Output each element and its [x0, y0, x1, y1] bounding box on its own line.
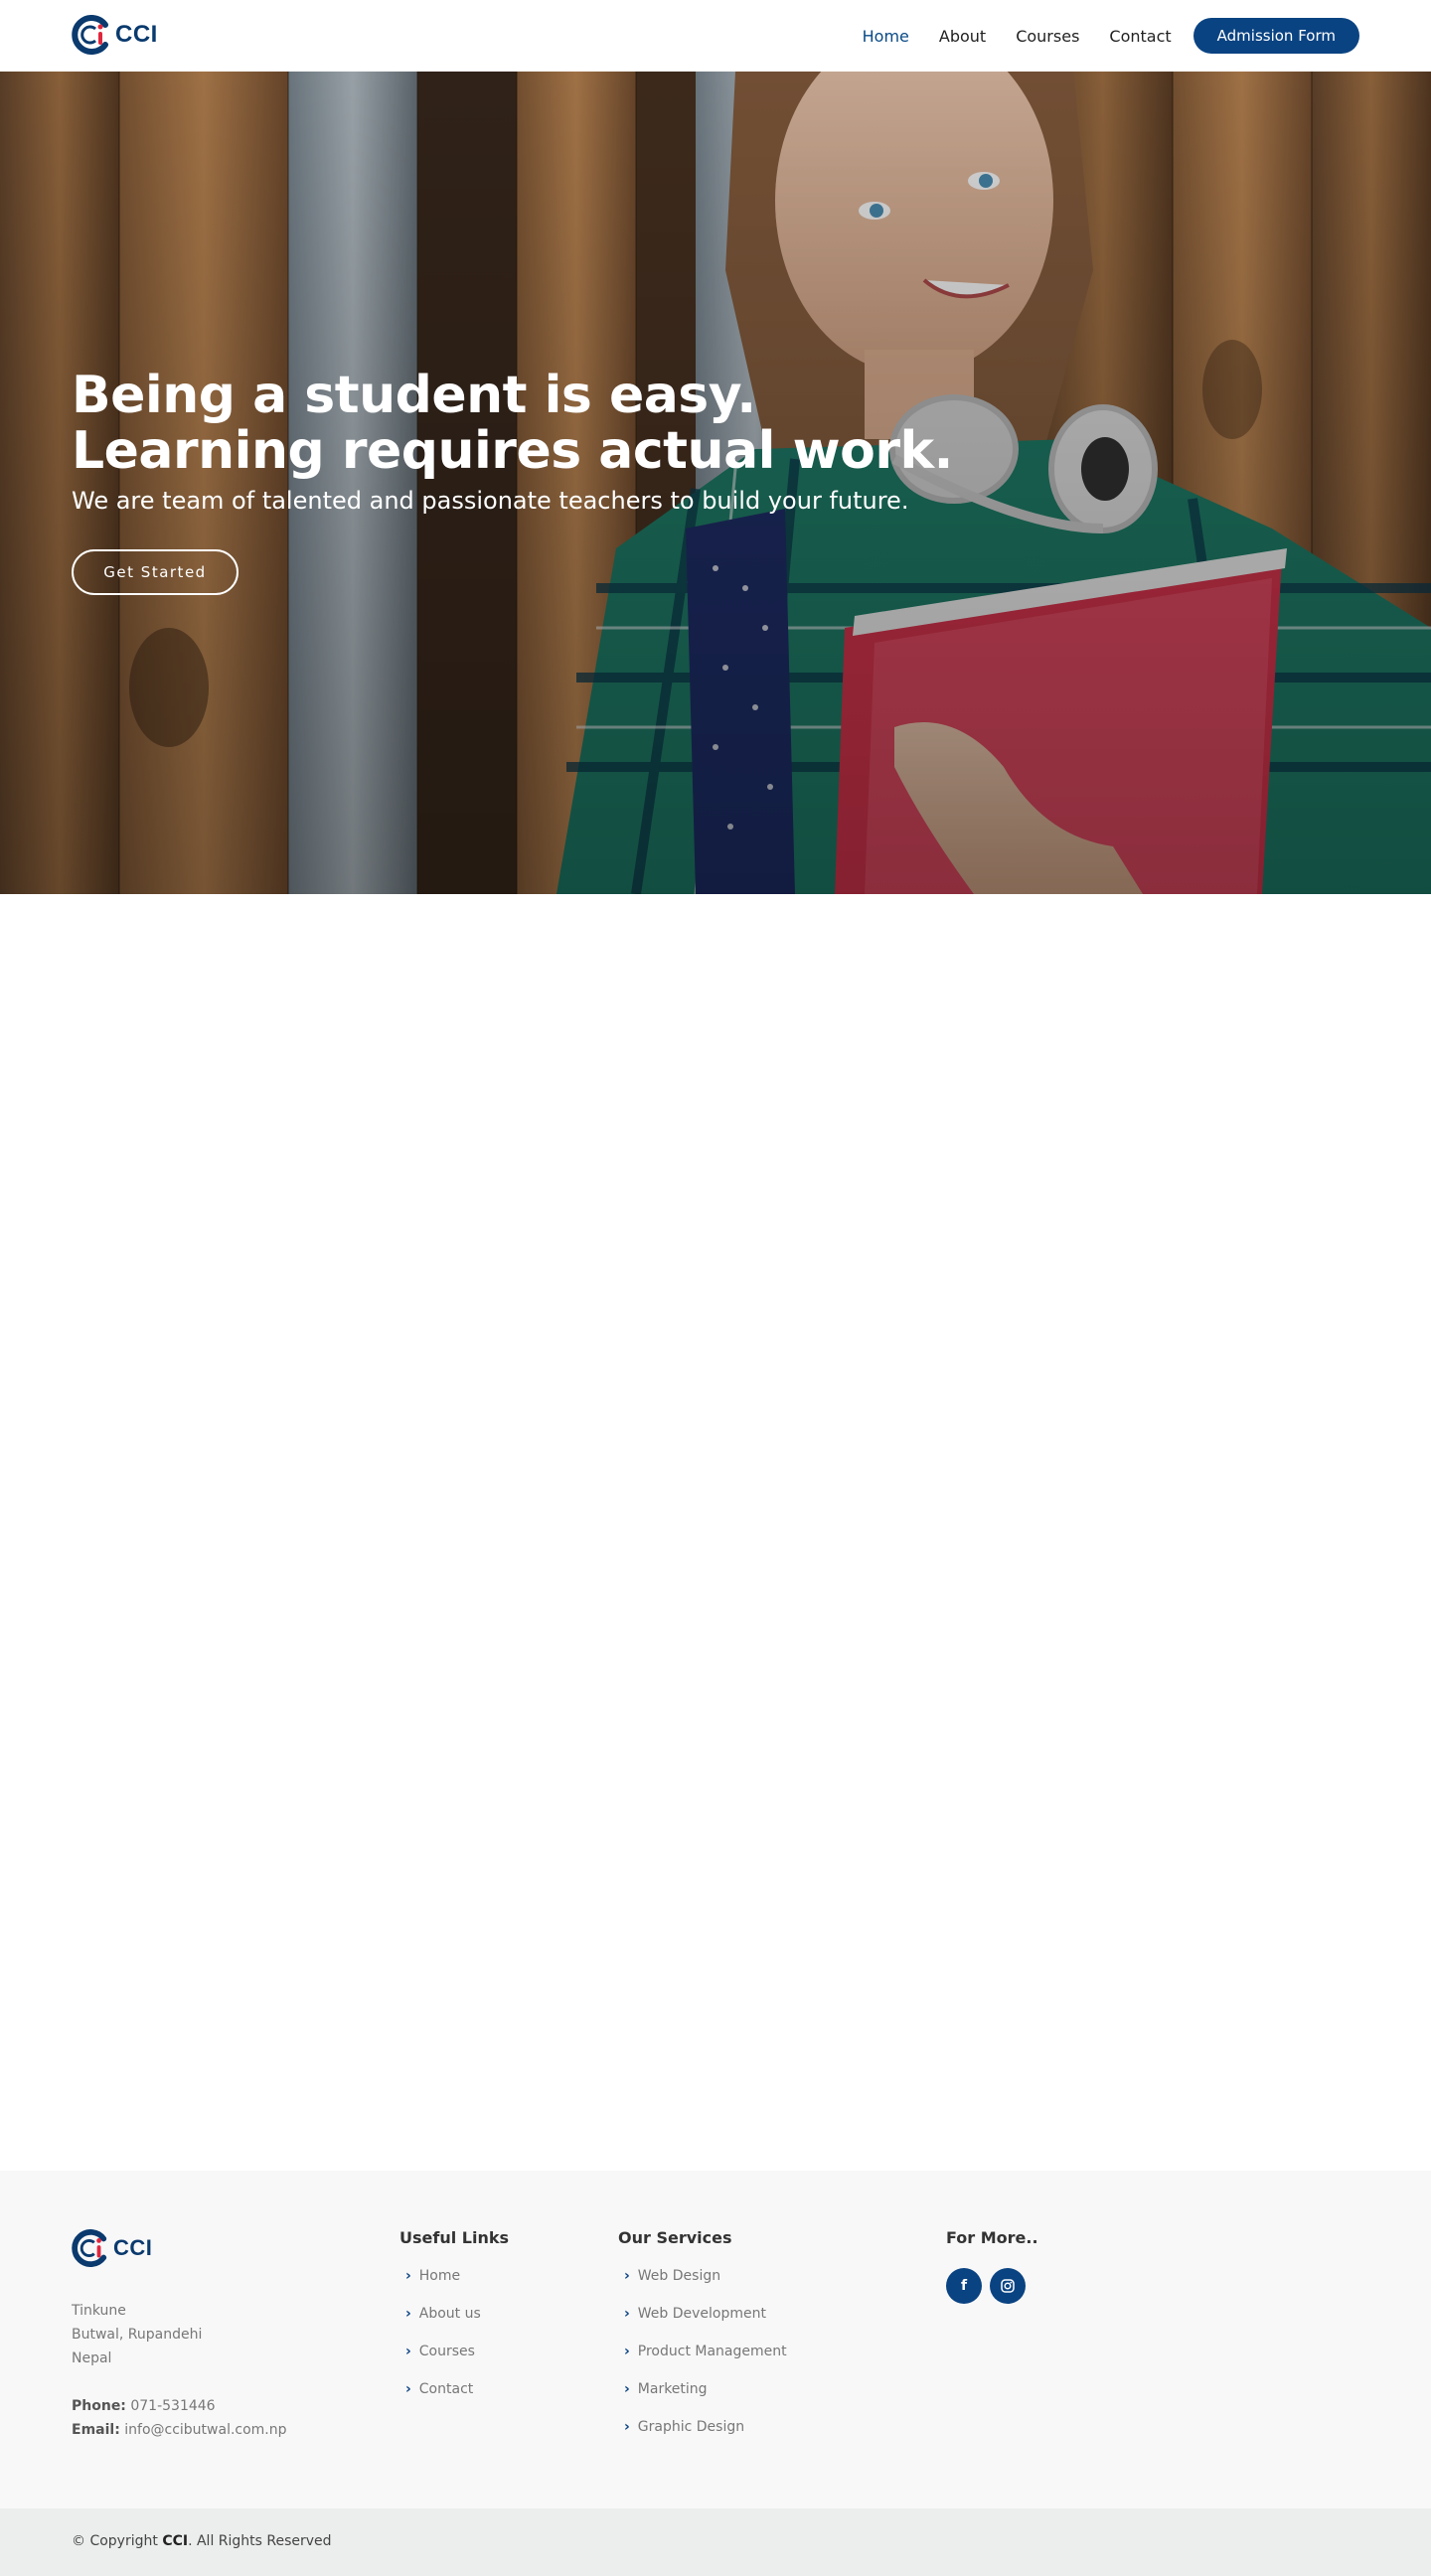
service-graphic-design[interactable]: › Graphic Design — [618, 2419, 787, 2457]
useful-links-title: Useful Links — [399, 2228, 510, 2247]
hero-overlay — [0, 72, 1431, 894]
our-services-title: Our Services — [618, 2228, 732, 2247]
main-nav: Home About Courses Contact Admission For… — [833, 18, 1359, 54]
chevron-right-icon: › — [405, 2306, 411, 2322]
facebook-icon[interactable]: f — [946, 2268, 982, 2304]
service-label: Web Development — [637, 2306, 767, 2322]
chevron-right-icon: › — [624, 2419, 630, 2435]
address-line: Butwal, Rupandehi — [72, 2327, 203, 2343]
hero-title: Being a student is easy. Learning requir… — [72, 368, 953, 479]
footer-address: Tinkune Butwal, Rupandehi Nepal — [72, 2299, 202, 2370]
phone-label: Phone: — [72, 2398, 126, 2414]
footer-link-home[interactable]: › Home — [399, 2268, 481, 2306]
address-line: Tinkune — [72, 2303, 126, 2319]
chevron-right-icon: › — [624, 2344, 630, 2359]
nav-about[interactable]: About — [939, 27, 986, 46]
chevron-right-icon: › — [405, 2381, 411, 2397]
chevron-right-icon: › — [624, 2268, 630, 2284]
service-label: Graphic Design — [637, 2419, 745, 2435]
copyright-text: © Copyright CCI. All Rights Reserved — [72, 2533, 332, 2549]
services-list: › Web Design › Web Development › Product Ma… — [618, 2268, 787, 2457]
cci-logo-icon — [72, 15, 108, 55]
nav-courses[interactable]: Courses — [1016, 27, 1079, 46]
get-started-button[interactable]: Get Started — [72, 549, 238, 595]
chevron-right-icon: › — [624, 2381, 630, 2397]
instagram-glyph-icon — [1001, 2279, 1015, 2293]
chevron-right-icon: › — [624, 2306, 630, 2322]
link-label: Home — [418, 2268, 461, 2284]
service-marketing[interactable]: › Marketing — [618, 2381, 787, 2419]
email-label: Email: — [72, 2422, 120, 2438]
useful-links-list: › Home › About us › Courses › Contact — [399, 2268, 481, 2419]
service-label: Web Design — [637, 2268, 721, 2284]
chevron-right-icon: › — [405, 2344, 411, 2359]
service-label: Marketing — [637, 2381, 708, 2397]
footer-contact: Phone: 071-531446 Email: info@ccibutwal.… — [72, 2394, 287, 2442]
hero-title-line-1: Being a student is easy. — [72, 366, 756, 425]
footer-link-about[interactable]: › About us — [399, 2306, 481, 2344]
social-links: f — [946, 2268, 1034, 2304]
service-web-design[interactable]: › Web Design — [618, 2268, 787, 2306]
link-label: About us — [418, 2306, 481, 2322]
link-label: Contact — [418, 2381, 474, 2397]
nav-home[interactable]: Home — [863, 27, 909, 46]
hero-subtitle: We are team of talented and passionate t… — [72, 487, 909, 515]
phone-number: 071-531446 — [130, 2398, 216, 2414]
link-label: Courses — [418, 2344, 475, 2359]
nav-contact[interactable]: Contact — [1109, 27, 1171, 46]
instagram-icon[interactable] — [990, 2268, 1026, 2304]
footer-link-contact[interactable]: › Contact — [399, 2381, 481, 2419]
address-line: Nepal — [72, 2350, 112, 2366]
footer-brand-logo[interactable]: CCI — [72, 2229, 152, 2267]
copyright-suffix: . All Rights Reserved — [188, 2533, 332, 2549]
brand-logo[interactable]: CCI — [72, 15, 158, 55]
site-header: CCI Home About Courses Contact Admission… — [0, 0, 1431, 72]
service-web-development[interactable]: › Web Development — [618, 2306, 787, 2344]
cci-logo-icon — [72, 2229, 107, 2267]
copyright-prefix: © Copyright — [72, 2533, 158, 2549]
footer-link-courses[interactable]: › Courses — [399, 2344, 481, 2381]
service-label: Product Management — [637, 2344, 787, 2359]
for-more-title: For More.. — [946, 2228, 1038, 2247]
footer-bottom: © Copyright CCI. All Rights Reserved — [0, 2508, 1431, 2576]
email-address[interactable]: info@ccibutwal.com.np — [124, 2422, 286, 2438]
hero-section: Being a student is easy. Learning requir… — [0, 72, 1431, 894]
brand-name: CCI — [115, 21, 158, 48]
admission-form-button[interactable]: Admission Form — [1192, 18, 1359, 54]
service-product-management[interactable]: › Product Management — [618, 2344, 787, 2381]
footer-brand-name: CCI — [113, 2235, 153, 2260]
copyright-brand: CCI — [162, 2533, 189, 2549]
hero-title-line-2: Learning requires actual work. — [72, 421, 953, 481]
chevron-right-icon: › — [405, 2268, 411, 2284]
